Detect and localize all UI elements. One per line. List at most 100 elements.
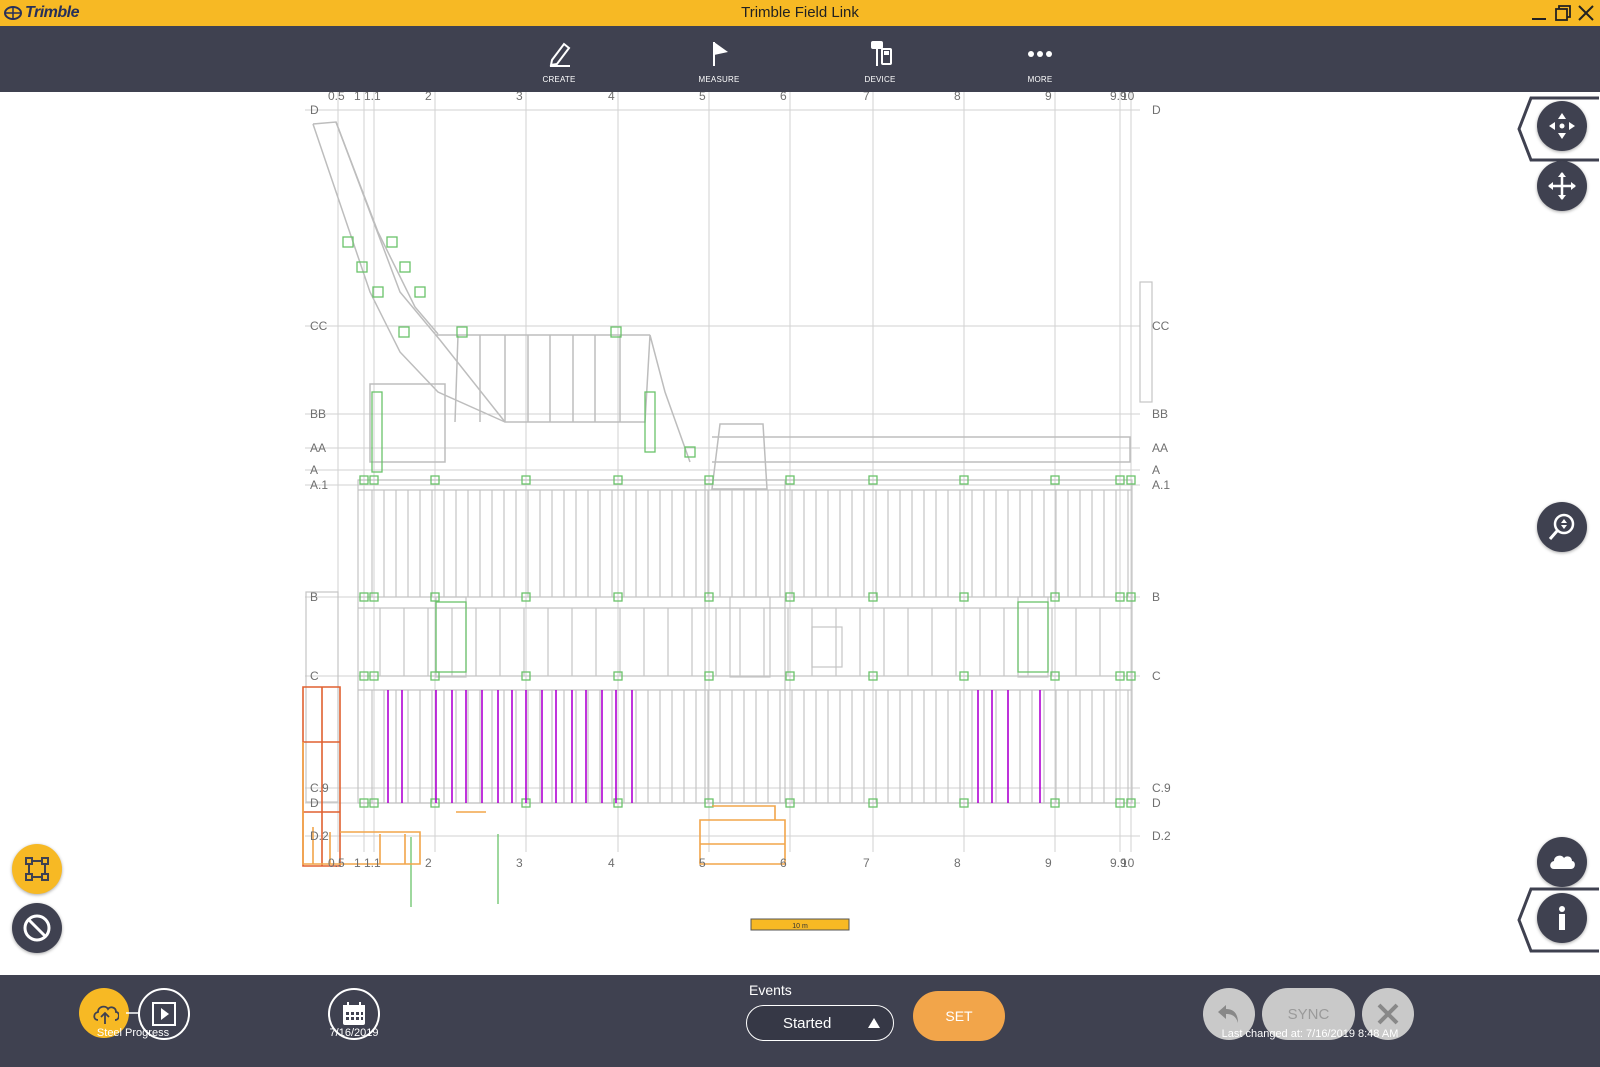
column-label-bottom: 9: [1045, 856, 1052, 870]
connection-plate: [386, 236, 398, 248]
row-label-left: C.9: [310, 781, 329, 795]
device-label: DEVICE: [864, 75, 896, 84]
chevron-up-icon: [868, 1018, 880, 1028]
column-label-top: 1: [354, 92, 361, 103]
steel-members: [305, 281, 1153, 804]
row-label-right: C: [1152, 669, 1161, 683]
close-icon: [1377, 1003, 1399, 1025]
select-area-button[interactable]: [12, 844, 62, 894]
column-label-top: 2: [425, 92, 432, 103]
flag-icon: [713, 42, 728, 66]
no-entry-icon: [23, 914, 51, 942]
undo-icon: [1218, 1005, 1238, 1023]
row-label-left: A.1: [310, 478, 328, 492]
steel-opening: [811, 626, 843, 668]
restore-button[interactable]: [1552, 2, 1574, 24]
drawing-canvas[interactable]: 0.5 0.5 1 1 1.1 1.1 2 2 3 3 4 4 5 5 6 6 7 7 8 8 9 9 9.9 9.9 10 10…: [0, 92, 1600, 975]
minimize-button[interactable]: [1528, 2, 1550, 24]
connection-detail: [435, 601, 467, 673]
device-icon: [871, 41, 892, 66]
column-label-bottom: 4: [608, 856, 615, 870]
column-label-bottom: 6: [780, 856, 787, 870]
clear-selection-button[interactable]: [12, 903, 62, 953]
zoom-button[interactable]: [1537, 502, 1587, 552]
pan-icon: [1549, 113, 1575, 139]
row-label-right: C.9: [1152, 781, 1171, 795]
row-label-left: D: [310, 796, 319, 810]
curved-wing: [312, 121, 1131, 490]
column-label-bottom: 0.5: [328, 856, 345, 870]
steel-plan-drawing[interactable]: 0.50.5111.11.122334455667788999.99.91010…: [0, 92, 1600, 975]
column-label-bottom: 1: [354, 856, 361, 870]
title-bar: Trimble Trimble Field Link: [0, 0, 1600, 26]
row-label-left: CC: [310, 319, 328, 333]
events-label: Events: [749, 982, 792, 998]
events-dropdown[interactable]: Started: [746, 1005, 894, 1041]
more-label: MORE: [1027, 75, 1053, 84]
steel-stair: [1139, 281, 1153, 403]
cloud-upload-icon: [93, 1005, 119, 1024]
measure-tool-button[interactable]: MEASURE: [679, 38, 759, 88]
row-label-right: D.2: [1152, 829, 1171, 843]
close-window-button[interactable]: [1575, 2, 1597, 24]
column-label-top: 6: [780, 92, 787, 103]
column-label-bottom: 3: [516, 856, 523, 870]
restore-icon: [1555, 5, 1571, 21]
column-label-top: 9: [1045, 92, 1052, 103]
row-label-right: A: [1152, 463, 1160, 477]
row-label-left: D.2: [310, 829, 329, 843]
column-label-top: 8: [954, 92, 961, 103]
steel-opening: [1017, 596, 1049, 678]
cloud-icon: [1550, 855, 1575, 869]
info-button[interactable]: [1537, 893, 1587, 943]
column-label-bottom: 1.1: [364, 856, 381, 870]
row-label-right: D: [1152, 103, 1161, 117]
column-label-top: 5: [699, 92, 706, 103]
move-icon: [1548, 172, 1576, 200]
move-button[interactable]: [1537, 161, 1587, 211]
row-label-left: BB: [310, 407, 326, 421]
more-tool-button[interactable]: MORE: [1000, 38, 1080, 88]
events-value: Started: [783, 1015, 832, 1032]
measure-label: MEASURE: [698, 75, 740, 84]
row-label-right: AA: [1152, 441, 1168, 455]
column-label-top: 0.5: [328, 92, 345, 103]
scale-bar: 10 m: [750, 918, 850, 931]
row-label-left: A: [310, 463, 318, 477]
row-label-right: CC: [1152, 319, 1170, 333]
row-label-right: D: [1152, 796, 1161, 810]
column-label-bottom: 2: [425, 856, 432, 870]
last-changed-label: Last changed at: 7/16/2019 8:48 AM: [1221, 1028, 1399, 1040]
connection-plate: [398, 326, 410, 338]
row-label-left: AA: [310, 441, 326, 455]
bottom-bar: Steel Progress 7/16/2019 Events Started …: [0, 975, 1600, 1067]
close-icon: [1578, 5, 1594, 21]
row-label-right: B: [1152, 590, 1160, 604]
installed-members: [387, 690, 1041, 803]
row-label-right: BB: [1152, 407, 1168, 421]
column-label-bottom: 5: [699, 856, 706, 870]
steel-frame-outline: [357, 479, 1133, 804]
set-button[interactable]: SET: [913, 991, 1005, 1041]
connection-detail: [1017, 601, 1049, 673]
column-label-bottom: 8: [954, 856, 961, 870]
main-toolbar: CREATE MEASURE DEVICE MORE: [0, 26, 1600, 92]
minimize-icon: [1532, 18, 1546, 20]
row-label-left: D: [310, 103, 319, 117]
column-label-bottom: 10: [1121, 856, 1135, 870]
more-dots-icon: [1028, 51, 1052, 57]
select-area-icon: [25, 857, 49, 881]
steel-opening: [435, 596, 467, 678]
date-label: 7/16/2019: [329, 1027, 379, 1039]
connection-plate: [414, 286, 426, 298]
create-label: CREATE: [542, 75, 576, 84]
device-tool-button[interactable]: DEVICE: [840, 38, 920, 88]
layer-label: Steel Progress: [96, 1027, 170, 1039]
create-tool-button[interactable]: CREATE: [519, 38, 599, 88]
column-label-top: 1.1: [364, 92, 381, 103]
play-icon: [152, 1002, 176, 1026]
zoom-icon: [1548, 513, 1575, 540]
column-label-top: 3: [516, 92, 523, 103]
cloud-button[interactable]: [1537, 837, 1587, 887]
pan-button[interactable]: [1537, 101, 1587, 151]
